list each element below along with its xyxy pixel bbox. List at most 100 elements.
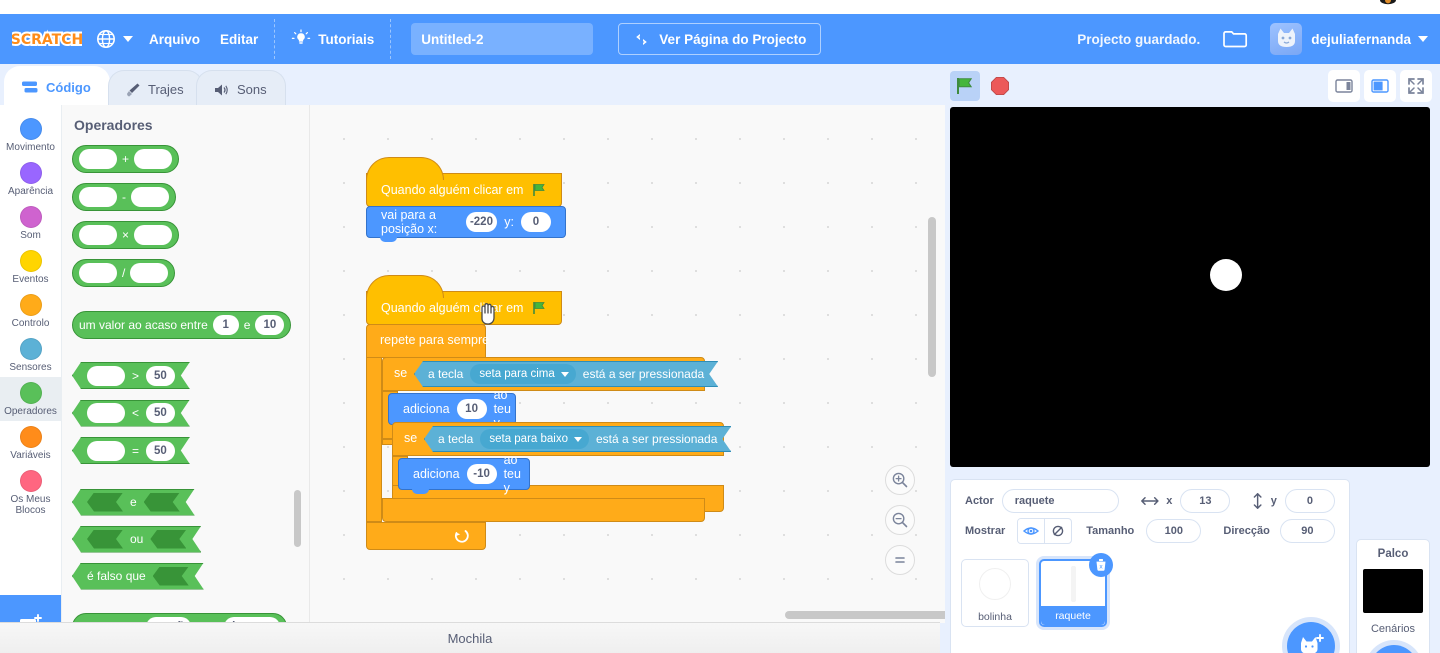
palette-block-add[interactable]: + bbox=[72, 145, 310, 174]
key-dropdown-2[interactable]: seta para baixo bbox=[480, 429, 589, 449]
operand-right[interactable]: 50 bbox=[146, 403, 175, 423]
zoom-reset-button[interactable] bbox=[885, 545, 915, 575]
stage-selector-panel[interactable]: Palco Cenários bbox=[1356, 539, 1430, 653]
operand-left[interactable] bbox=[87, 366, 125, 386]
operand-left[interactable] bbox=[87, 403, 125, 423]
workspace-vertical-scrollbar[interactable] bbox=[928, 217, 936, 377]
menu-edit[interactable]: Editar bbox=[210, 14, 268, 64]
category-label: Sensores bbox=[9, 362, 52, 373]
random-from[interactable]: 1 bbox=[212, 315, 239, 335]
operand-left[interactable] bbox=[87, 441, 125, 461]
palette-block-greater-than[interactable]: > 50 bbox=[72, 362, 310, 391]
tab-codigo[interactable]: Código bbox=[4, 66, 110, 108]
normal-stage-button[interactable] bbox=[1364, 70, 1396, 102]
code-workspace[interactable]: Quando alguém clicar em vai para a posiç… bbox=[310, 105, 945, 623]
palette-block-or[interactable]: ou bbox=[72, 526, 310, 554]
block-palette[interactable]: Operadores + - × / um valor ao acaso ent… bbox=[62, 105, 310, 653]
sprite-x-input[interactable]: 13 bbox=[1180, 489, 1231, 513]
delete-sprite-button[interactable]: x bbox=[1089, 553, 1113, 577]
operand-left[interactable] bbox=[79, 263, 117, 283]
menu-file[interactable]: Arquivo bbox=[139, 14, 210, 64]
hat-when-flag-clicked-1[interactable]: Quando alguém clicar em bbox=[366, 157, 563, 207]
add-sprite-button[interactable] bbox=[1287, 622, 1335, 653]
operand-right[interactable] bbox=[134, 149, 173, 169]
small-stage-button[interactable] bbox=[1328, 70, 1360, 102]
tab-trajes[interactable]: Trajes bbox=[108, 70, 203, 108]
bool-slot-right[interactable] bbox=[144, 493, 180, 512]
goto-x-input[interactable]: -220 bbox=[465, 212, 498, 232]
operand-left[interactable] bbox=[79, 187, 117, 207]
palette-block-random[interactable]: um valor ao acaso entre 1 e 10 bbox=[72, 311, 310, 339]
palette-block-equals[interactable]: = 50 bbox=[72, 437, 310, 466]
key-prefix-1: a tecla bbox=[428, 367, 464, 381]
add-backdrop-button[interactable] bbox=[1370, 645, 1418, 653]
sprite-bolinha-on-stage[interactable] bbox=[1210, 259, 1242, 291]
palette-block-divide[interactable]: / bbox=[72, 259, 310, 288]
bool-slot[interactable] bbox=[153, 567, 189, 586]
fullscreen-button[interactable] bbox=[1400, 70, 1432, 102]
category-aparencia[interactable]: Aparência bbox=[0, 157, 61, 201]
workspace-horizontal-scrollbar[interactable] bbox=[785, 611, 945, 619]
palette-block-and[interactable]: e bbox=[72, 489, 310, 517]
category-meus-blocos[interactable]: Os Meus Blocos bbox=[0, 465, 61, 520]
sprite-tile-bolinha[interactable]: bolinha bbox=[961, 559, 1029, 627]
avatar[interactable] bbox=[1270, 23, 1303, 55]
bool-slot-left[interactable] bbox=[87, 530, 123, 549]
palette-block-multiply[interactable]: × bbox=[72, 221, 310, 250]
block-change-y-2[interactable]: adiciona -10 ao teu y bbox=[398, 453, 530, 495]
goto-y-input[interactable]: 0 bbox=[521, 212, 551, 232]
random-to[interactable]: 10 bbox=[255, 315, 285, 335]
sprite-name-input[interactable]: raquete bbox=[1001, 489, 1120, 513]
category-operadores[interactable]: Operadores bbox=[0, 377, 61, 421]
bool-slot-right[interactable] bbox=[150, 530, 186, 549]
sprite-tile-raquete[interactable]: raquete x bbox=[1039, 553, 1113, 627]
green-flag-button[interactable] bbox=[950, 71, 980, 101]
palette-block-not[interactable]: é falso que bbox=[72, 563, 310, 590]
operand-right[interactable]: 50 bbox=[146, 441, 175, 461]
block-key-pressed-1[interactable]: a tecla seta para cima está a ser pressi… bbox=[414, 361, 718, 387]
category-som[interactable]: Som bbox=[0, 201, 61, 245]
key-dropdown-1[interactable]: seta para cima bbox=[470, 364, 575, 384]
operand-right[interactable] bbox=[134, 225, 173, 245]
category-movimento[interactable]: Movimento bbox=[0, 113, 61, 157]
zoom-out-button[interactable] bbox=[885, 505, 915, 535]
sprite-direction-input[interactable]: 90 bbox=[1279, 519, 1335, 543]
block-change-y-1[interactable]: adiciona 10 ao teu y bbox=[388, 388, 516, 430]
scratch-logo[interactable]: SCRATCH bbox=[12, 27, 82, 52]
stop-button[interactable] bbox=[985, 71, 1015, 101]
operand-left[interactable] bbox=[79, 149, 117, 169]
sprite-y-input[interactable]: 0 bbox=[1284, 489, 1335, 513]
category-eventos[interactable]: Eventos bbox=[0, 245, 61, 289]
backpack-bar[interactable]: Mochila bbox=[0, 622, 940, 653]
category-sensores[interactable]: Sensores bbox=[0, 333, 61, 377]
account-chevron-down-icon[interactable] bbox=[1418, 36, 1428, 42]
palette-block-less-than[interactable]: < 50 bbox=[72, 400, 310, 429]
hide-sprite-button[interactable] bbox=[1045, 519, 1071, 543]
change-y-value-2[interactable]: -10 bbox=[466, 464, 497, 484]
language-selector[interactable] bbox=[82, 29, 139, 49]
see-project-page-button[interactable]: Ver Página do Projecto bbox=[618, 23, 822, 55]
operand-left[interactable] bbox=[79, 225, 117, 245]
change-y-value-1[interactable]: 10 bbox=[456, 399, 487, 419]
operand-right[interactable] bbox=[130, 263, 169, 283]
zoom-in-button[interactable] bbox=[885, 465, 915, 495]
sprite-size-input[interactable]: 100 bbox=[1146, 519, 1202, 543]
tab-sons[interactable]: Sons bbox=[196, 70, 286, 108]
category-controlo[interactable]: Controlo bbox=[0, 289, 61, 333]
operand-right[interactable]: 50 bbox=[146, 366, 175, 386]
menu-tutorials-label: Tutoriais bbox=[318, 31, 375, 47]
show-sprite-button[interactable] bbox=[1018, 519, 1045, 543]
palette-block-subtract[interactable]: - bbox=[72, 183, 310, 212]
block-goto-xy[interactable]: vai para a posição x: -220 y: 0 bbox=[366, 206, 566, 242]
project-title-input[interactable] bbox=[411, 23, 594, 55]
operand-right[interactable] bbox=[131, 187, 169, 207]
menu-tutorials[interactable]: Tutoriais bbox=[281, 14, 384, 64]
add-sprite-cat-icon bbox=[1301, 634, 1324, 653]
hat-when-flag-clicked-2[interactable]: Quando alguém clicar em bbox=[366, 275, 563, 325]
stage-canvas[interactable] bbox=[950, 107, 1430, 467]
bool-slot-left[interactable] bbox=[87, 493, 123, 512]
block-key-pressed-2[interactable]: a tecla seta para baixo está a ser press… bbox=[424, 426, 731, 452]
folder-icon[interactable] bbox=[1222, 28, 1248, 50]
category-variaveis[interactable]: Variáveis bbox=[0, 421, 61, 465]
palette-scrollbar[interactable] bbox=[294, 490, 301, 547]
